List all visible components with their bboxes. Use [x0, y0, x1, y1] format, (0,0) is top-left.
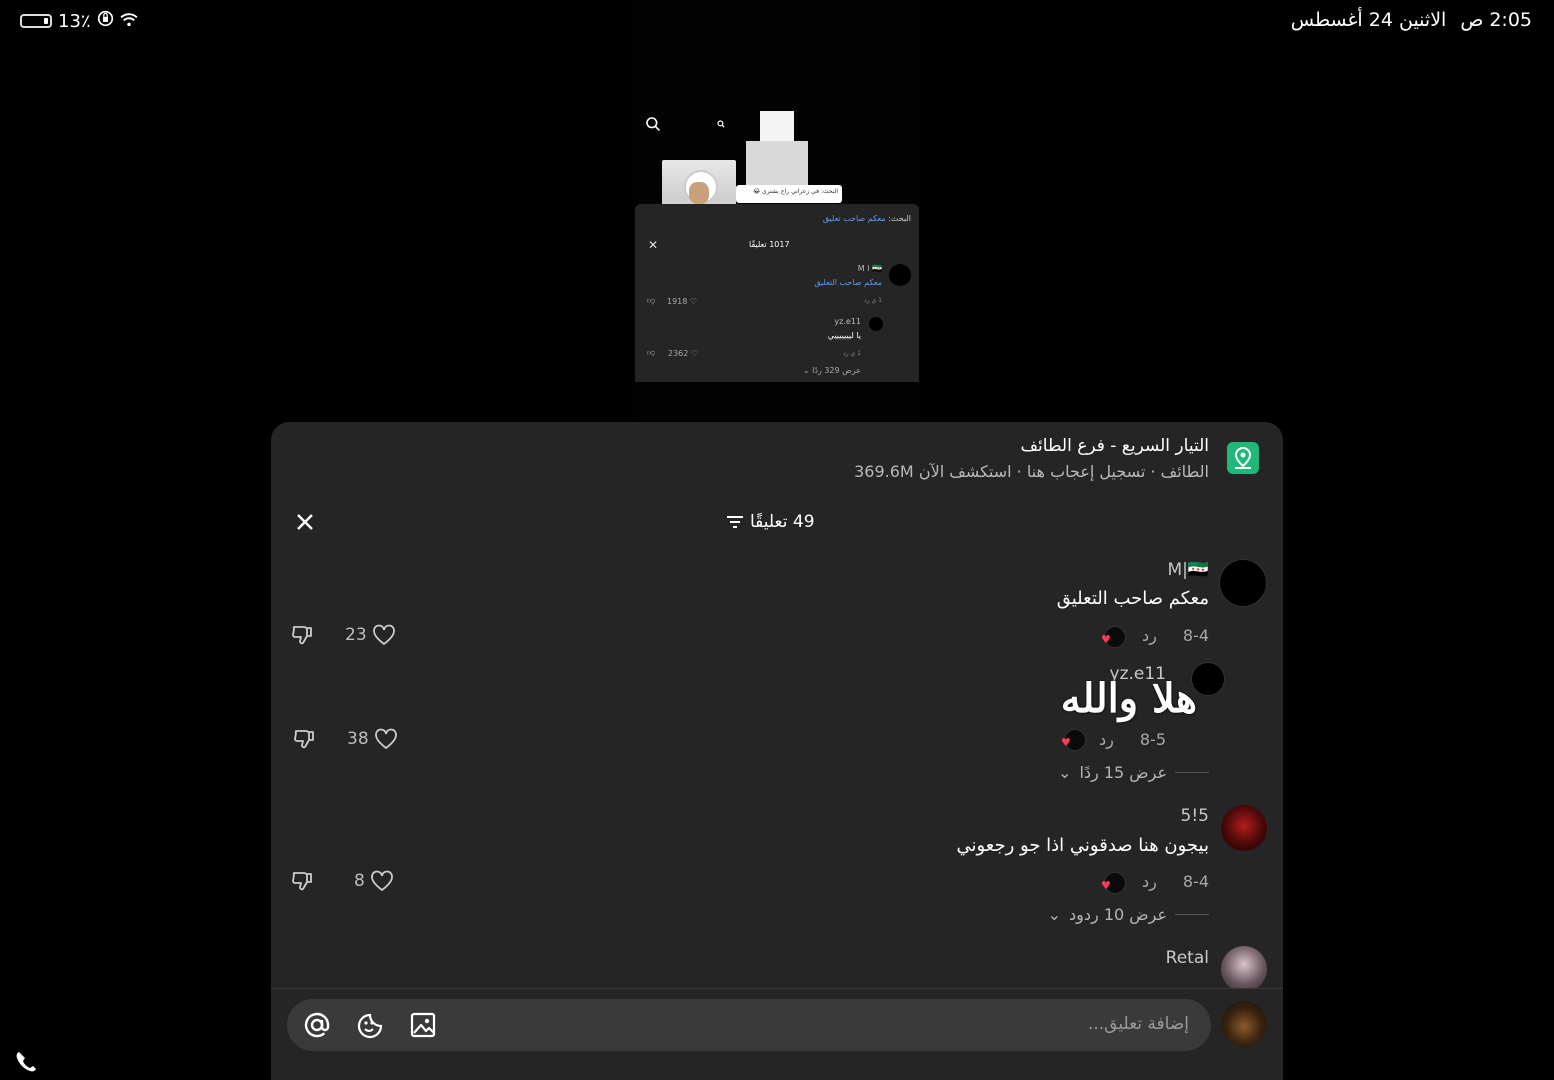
thumbs-down-icon — [292, 626, 312, 645]
reply-button[interactable]: رد — [1142, 626, 1157, 645]
view-replies-label: عرض 15 ردًا — [1079, 763, 1167, 782]
avatar[interactable] — [1221, 805, 1267, 851]
my-avatar[interactable] — [1221, 1001, 1267, 1047]
comment-author[interactable]: M|🇸🇾 — [1167, 560, 1209, 580]
reply-button[interactable]: رد — [1099, 730, 1114, 749]
sticker-text: هلا والله — [1060, 675, 1197, 722]
status-time: 2:05 ص — [1460, 9, 1532, 31]
search-icon[interactable] — [645, 116, 661, 136]
nested-search-term: معكم صاحب تعليق — [822, 214, 886, 223]
nested-search-row: البحث: معكم صاحب تعليق — [823, 214, 911, 223]
nested-comment-name: M I 🇸🇾 — [857, 264, 882, 273]
heart-outline-icon — [374, 728, 397, 750]
comment-author[interactable]: 5!5 — [1181, 806, 1209, 826]
status-date: الاثنين 24 أغسطس — [1290, 9, 1447, 31]
comment-date: 8-5 — [1139, 730, 1166, 749]
comment-count: 49 تعليقًا — [750, 512, 815, 532]
nested-comment-text: يا ليييييييي — [827, 331, 861, 340]
nested-like-count: 2362 ♡ — [668, 349, 699, 358]
comment-input-placeholder: إضافة تعليق... — [1087, 1014, 1189, 1034]
status-bar-right: 2:05 ص الاثنين 24 أغسطس — [1291, 9, 1532, 31]
dislike-icon: 👎︎ — [647, 348, 656, 357]
comment-author[interactable]: Retal — [1166, 948, 1209, 968]
image-icon[interactable] — [409, 1011, 437, 1039]
comment-date: 8-4 — [1182, 872, 1209, 891]
battery-level: 13٪ — [58, 10, 91, 32]
nested-comment-meta: 1 ي رد — [843, 350, 861, 357]
chevron-down-icon: ⌄ — [1058, 763, 1072, 782]
reply-button[interactable]: رد — [1142, 872, 1157, 891]
comment-composer: إضافة تعليق... — [271, 988, 1283, 1080]
avatar — [869, 317, 883, 331]
avatar[interactable] — [1219, 559, 1267, 607]
phone-call-icon[interactable] — [14, 1050, 38, 1078]
status-bar-left: 13٪ — [20, 10, 138, 32]
comment-text: بيجون هنا صدقوني اذا جو رجعوني — [956, 835, 1209, 856]
comment-meta: 8-5 رد — [1099, 730, 1166, 749]
like-button[interactable]: 8 — [354, 870, 394, 892]
orientation-lock-icon — [97, 10, 114, 32]
emoji-sticker-icon[interactable] — [356, 1011, 384, 1039]
nested-bubble: البحث: في زعراني راح يشتري 😂 — [736, 185, 842, 203]
view-replies-button[interactable]: عرض 10 ردود ⌄ — [1048, 905, 1209, 924]
background-video[interactable]: البحث: في زعراني راح يشتري 😂 البحث: معكم… — [633, 0, 920, 420]
wifi-icon — [120, 11, 138, 32]
like-count: 8 — [354, 871, 365, 891]
avatar — [889, 264, 911, 286]
promo-subtitle: الطائف · تسجيل إعجاب هنا · استكشف الآن 3… — [854, 462, 1209, 481]
nested-search-label: البحث: — [888, 214, 911, 223]
nested-comment-meta: 1 ي رد — [864, 297, 882, 304]
comment-text: معكم صاحب التعليق — [1056, 588, 1209, 609]
mention-icon[interactable] — [303, 1011, 331, 1039]
comment-meta: 8-4 رد — [1142, 626, 1209, 645]
like-button[interactable]: 38 — [347, 728, 398, 750]
promo-title[interactable]: التيار السريع - فرع الطائف — [1020, 436, 1209, 456]
like-button[interactable]: 23 — [345, 624, 396, 646]
nested-screenshot — [746, 141, 808, 185]
dislike-button[interactable] — [293, 728, 317, 754]
nested-comment-text: معكم صاحب التعليق — [814, 278, 882, 287]
heart-outline-icon — [372, 624, 395, 646]
nested-comment-name: yz.e11 — [834, 317, 861, 326]
dislike-button[interactable] — [291, 624, 315, 650]
battery-icon — [20, 14, 52, 28]
heart-icon: ♥ — [1101, 633, 1111, 646]
nested-like-count: 1918 ♡ — [667, 297, 698, 306]
comment-date: 8-4 — [1182, 626, 1209, 645]
dislike-button[interactable] — [291, 870, 315, 896]
location-pin-icon[interactable] — [1227, 442, 1259, 474]
close-icon — [297, 514, 313, 530]
comment-meta: 8-4 رد — [1142, 872, 1209, 891]
heart-icon: ♥ — [1061, 736, 1071, 749]
like-count: 38 — [347, 729, 369, 749]
view-replies-button[interactable]: عرض 15 ردًا ⌄ — [1058, 763, 1209, 782]
comment-input[interactable]: إضافة تعليق... — [287, 999, 1211, 1051]
sort-icon — [727, 516, 743, 528]
view-replies-label: عرض 10 ردود — [1069, 905, 1167, 924]
nested-comment-count: 1017 تعليقًا — [749, 240, 790, 249]
thumbs-down-icon — [294, 730, 314, 749]
like-count: 23 — [345, 625, 367, 645]
close-icon: ✕ — [648, 238, 659, 252]
comment-count-sort[interactable]: 49 تعليقًا — [726, 512, 815, 532]
close-button[interactable] — [293, 510, 317, 534]
comments-sheet: التيار السريع - فرع الطائف الطائف · تسجي… — [271, 422, 1283, 1080]
avatar[interactable] — [1221, 946, 1267, 992]
nested-comments-panel: البحث: معكم صاحب تعليق ✕ 1017 تعليقًا M … — [635, 204, 919, 382]
thumbs-down-icon — [292, 872, 312, 891]
chevron-down-icon: ⌄ — [1047, 905, 1062, 924]
nested-screenshot — [760, 111, 794, 141]
small-search-icon — [717, 113, 725, 132]
nested-view-replies: عرض 329 ردًا ⌄ — [802, 366, 861, 375]
heart-outline-icon — [370, 870, 393, 892]
dislike-icon: 👎︎ — [647, 296, 656, 305]
heart-icon: ♥ — [1101, 879, 1111, 892]
